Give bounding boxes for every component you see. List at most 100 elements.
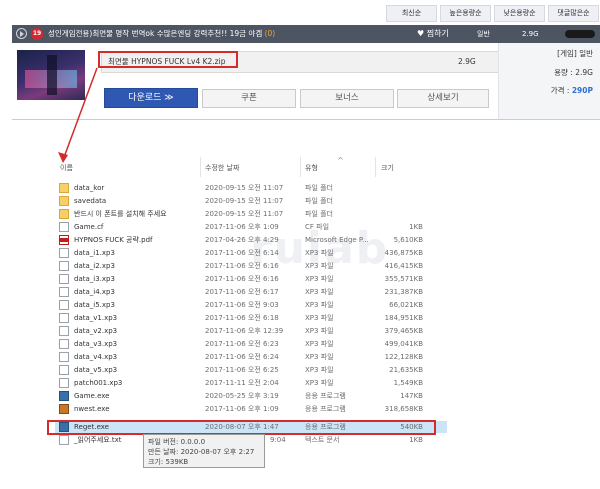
list-item[interactable]: data_v4.xp3 2017-11-06 오전 6:24 XP3 파일 122,1… <box>55 351 447 363</box>
file-name: data_v5.xp3 <box>74 366 118 374</box>
list-item[interactable]: Game.exe 2020-05-25 오후 3:19 응용 프로그램 147KB <box>55 390 447 402</box>
sort-size-high-label: 높은용량순 <box>449 9 482 17</box>
file-type: 파일 폴더 <box>305 197 333 205</box>
file-date: 2020-09-15 오전 11:07 <box>205 210 284 218</box>
file-name: _읽어주세요.txt <box>74 436 122 444</box>
file-date: 2017-11-06 오전 6:18 <box>205 314 279 322</box>
file-name: data_v2.xp3 <box>74 327 118 335</box>
file-name: data_i5.xp3 <box>74 301 115 309</box>
file-name: savedata <box>74 197 107 205</box>
sort-size-high-button[interactable]: 높은용량순 <box>440 5 491 22</box>
list-item[interactable]: 반드시 이 폰트를 설치해 주세요 2020-09-15 오전 11:07 파일 폴… <box>55 208 447 220</box>
file-type: 응용 프로그램 <box>305 392 346 400</box>
info-size: 용량 : 2.9G <box>554 68 593 77</box>
column-header-name[interactable]: 이름 <box>60 163 73 173</box>
file-type: XP3 파일 <box>305 262 334 270</box>
file-name: data_i3.xp3 <box>74 275 115 283</box>
file-icon <box>59 274 69 284</box>
file-name: HYPNOS FUCK 공략.pdf <box>74 236 153 244</box>
file-icon <box>59 365 69 375</box>
file-icon <box>59 313 69 323</box>
list-item[interactable]: data_i5.xp3 2017-11-06 오전 9:03 XP3 파일 66,02… <box>55 299 447 311</box>
folder-icon <box>59 196 69 206</box>
list-item[interactable]: data_i4.xp3 2017-11-06 오전 6:17 XP3 파일 231,3… <box>55 286 447 298</box>
list-item[interactable]: HYPNOS FUCK 공략.pdf 2017-04-26 오후 4:29 Micr… <box>55 234 447 246</box>
comment-count: (0) <box>264 29 276 38</box>
column-separator[interactable] <box>300 157 301 177</box>
age-badge: 19 <box>31 28 43 40</box>
column-separator[interactable] <box>200 157 201 177</box>
pdf-icon <box>59 235 69 245</box>
list-item[interactable]: data_kor 2020-09-15 오전 11:07 파일 폴더 <box>55 182 447 194</box>
list-item[interactable]: data_v5.xp3 2017-11-06 오전 6:25 XP3 파일 21,63… <box>55 364 447 376</box>
list-item[interactable]: data_i2.xp3 2017-11-06 오전 6:16 XP3 파일 416,4… <box>55 260 447 272</box>
column-header-size[interactable]: 크기 <box>381 163 394 173</box>
file-size: 1,549KB <box>393 379 423 387</box>
file-name: data_v1.xp3 <box>74 314 118 322</box>
post-title[interactable]: 성인게임전용)최면물 명작 번역ok 수많은엔딩 강력추천!! 19금 야겜 (… <box>48 28 308 40</box>
list-item[interactable]: data_v2.xp3 2017-11-06 오후 12:39 XP3 파일 379,… <box>55 325 447 337</box>
tooltip-created: 만든 날짜: 2020-08-07 오후 2:27 <box>148 448 255 456</box>
file-name: data_kor <box>74 184 105 192</box>
file-name: data_i2.xp3 <box>74 262 115 270</box>
file-icon <box>59 352 69 362</box>
price-label: 가격 : <box>550 86 572 95</box>
file-size: 1KB <box>409 223 423 231</box>
file-type: XP3 파일 <box>305 379 334 387</box>
sort-size-low-button[interactable]: 낮은용량순 <box>494 5 545 22</box>
column-header-date[interactable]: 수정한 날짜 <box>205 163 239 173</box>
favorite-button[interactable]: ♥ 찜하기 <box>417 28 449 40</box>
file-size: 416,415KB <box>384 262 423 270</box>
list-item[interactable]: savedata 2020-09-15 오전 11:07 파일 폴더 <box>55 195 447 207</box>
file-type: XP3 파일 <box>305 340 334 348</box>
sort-comments-button[interactable]: 댓글많은순 <box>548 5 599 22</box>
filename-highlight <box>98 51 238 68</box>
list-item[interactable]: nwest.exe 2017-11-06 오후 1:09 응용 프로그램 318,65… <box>55 403 447 415</box>
list-item[interactable]: data_i3.xp3 2017-11-06 오전 6:16 XP3 파일 355,5… <box>55 273 447 285</box>
play-icon[interactable] <box>16 28 27 39</box>
file-size: 5,610KB <box>393 236 423 244</box>
column-header-type[interactable]: 유형 <box>305 163 318 173</box>
file-type: 파일 폴더 <box>305 210 333 218</box>
file-name: nwest.exe <box>74 405 110 413</box>
folder-icon <box>59 209 69 219</box>
file-name: patch001.xp3 <box>74 379 123 387</box>
application-icon <box>59 404 69 414</box>
details-button[interactable]: 상세보기 <box>397 89 489 108</box>
coupon-button[interactable]: 쿠폰 <box>202 89 296 108</box>
list-item[interactable]: data_v1.xp3 2017-11-06 오전 6:18 XP3 파일 184,9… <box>55 312 447 324</box>
list-item[interactable]: patch001.xp3 2017-11-11 오전 2:04 XP3 파일 1,54… <box>55 377 447 389</box>
list-item[interactable]: Game.cf 2017-11-06 오후 1:09 CF 파일 1KB <box>55 221 447 233</box>
file-type: XP3 파일 <box>305 314 334 322</box>
thumbnail-image[interactable] <box>17 50 85 100</box>
selected-row-highlight <box>47 420 436 435</box>
redacted-uploader <box>565 30 595 38</box>
file-size: 1KB <box>409 436 423 444</box>
list-item[interactable]: data_v3.xp3 2017-11-06 오전 6:23 XP3 파일 499,0… <box>55 338 447 350</box>
file-type: XP3 파일 <box>305 301 334 309</box>
file-size: 231,387KB <box>384 288 423 296</box>
arrow-head <box>58 152 68 163</box>
file-type: XP3 파일 <box>305 353 334 361</box>
file-icon <box>59 300 69 310</box>
info-price: 가격 : 290P <box>551 85 593 96</box>
file-size: 436,875KB <box>384 249 423 257</box>
file-date: 2017-11-06 오전 6:14 <box>205 249 279 257</box>
sort-latest-button[interactable]: 최신순 <box>386 5 437 22</box>
file-type: XP3 파일 <box>305 288 334 296</box>
list-item[interactable]: data_i1.xp3 2017-11-06 오전 6:14 XP3 파일 436,8… <box>55 247 447 259</box>
file-date: 2017-11-06 오후 1:09 <box>205 405 279 413</box>
file-size: 355,571KB <box>384 275 423 283</box>
tooltip-version: 파일 버전: 0.0.0.0 <box>148 438 206 446</box>
bonus-button[interactable]: 보너스 <box>300 89 394 108</box>
post-title-bar[interactable]: 19 성인게임전용)최면물 명작 번역ok 수많은엔딩 강력추천!! 19금 야… <box>12 25 600 43</box>
download-button[interactable]: 다운로드 ≫ <box>104 88 198 108</box>
file-type: 텍스트 문서 <box>305 436 340 444</box>
file-date: 2020-09-15 오전 11:07 <box>205 184 284 192</box>
post-size: 2.9G <box>522 30 539 38</box>
file-date: 2020-05-25 오후 3:19 <box>205 392 279 400</box>
file-size: 184,951KB <box>384 314 423 322</box>
column-separator[interactable] <box>375 157 376 177</box>
file-size: 66,021KB <box>389 301 423 309</box>
file-date: 2017-11-06 오전 6:16 <box>205 275 279 283</box>
